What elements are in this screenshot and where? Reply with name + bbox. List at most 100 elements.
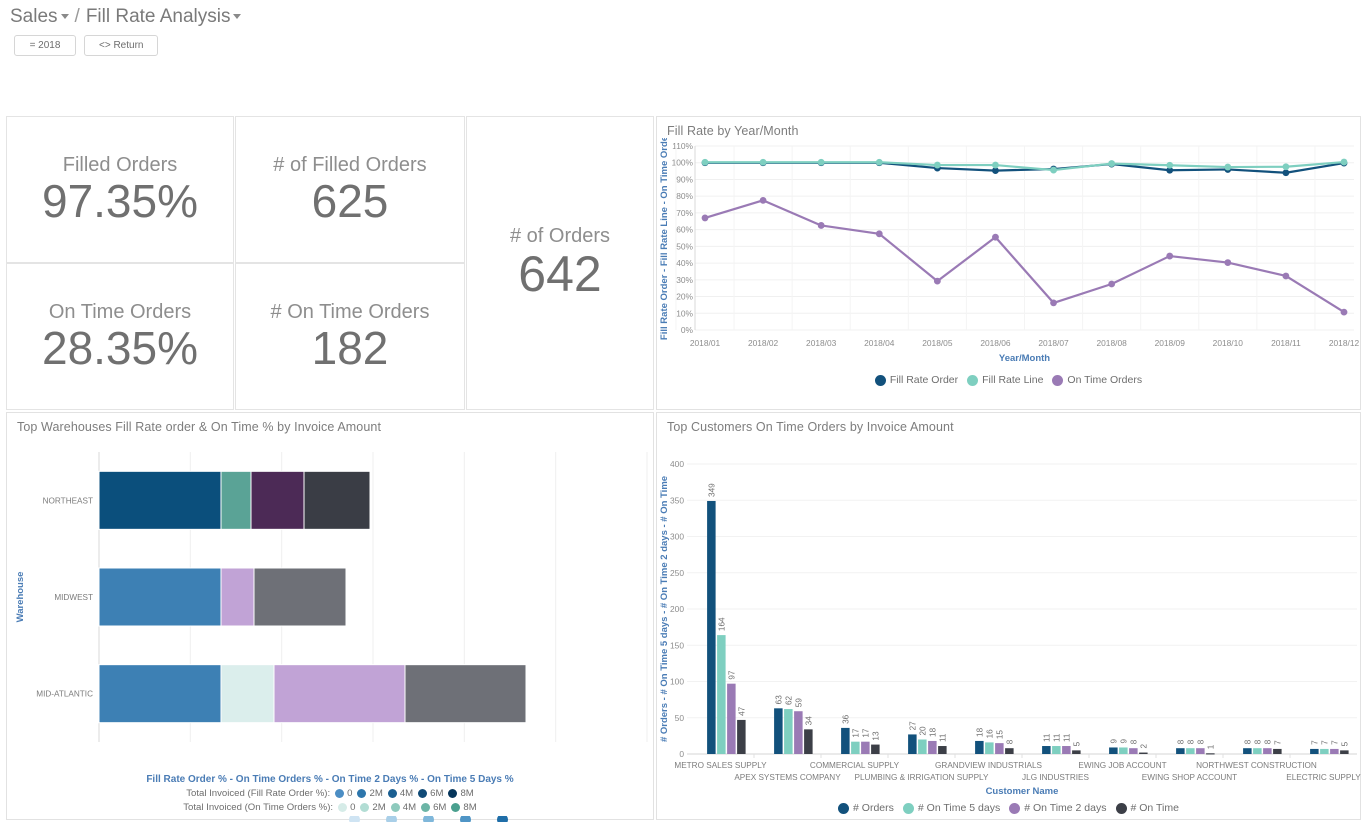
data-point[interactable] [876,159,883,166]
data-point[interactable] [1283,163,1290,170]
data-point[interactable] [1050,167,1057,174]
bar[interactable] [707,501,716,754]
data-point[interactable] [1166,253,1173,260]
data-point[interactable] [934,162,941,169]
data-point[interactable] [876,230,883,237]
legend-stop[interactable]: 6M [418,788,443,799]
bar[interactable] [1330,749,1339,754]
bar[interactable] [1206,753,1215,754]
data-point[interactable] [702,159,709,166]
kpi-on-time-orders-count[interactable]: # On Time Orders 182 [235,263,465,410]
bar[interactable] [737,720,746,754]
data-point[interactable] [1224,164,1231,171]
bar-segment[interactable] [99,471,221,529]
filter-chip-return[interactable]: <> Return [84,35,158,56]
bar[interactable] [804,729,813,754]
bar-segment[interactable] [304,471,370,529]
data-point[interactable] [760,197,767,204]
legend-stop[interactable]: 4M [391,802,416,813]
bar[interactable] [1273,749,1282,754]
bar[interactable] [871,745,880,754]
data-point[interactable] [1283,273,1290,280]
bar[interactable] [784,709,793,754]
bar[interactable] [1129,748,1138,754]
bar[interactable] [1320,749,1329,754]
breadcrumb-item-sales[interactable]: Sales [10,6,69,28]
legend-gradient-stops[interactable]: 02M4M6M8M [335,788,474,799]
kpi-on-time-orders-pct[interactable]: On Time Orders 28.35% [6,263,234,410]
kpi-filled-orders-pct[interactable]: Filled Orders 97.35% [6,116,234,263]
bar[interactable] [794,711,803,754]
bar[interactable] [975,741,984,754]
bar[interactable] [1243,748,1252,754]
legend-item-fill-rate-order[interactable]: Fill Rate Order [875,374,958,386]
bar[interactable] [918,740,927,755]
bar-segment[interactable] [251,471,304,529]
legend-gradient-stops[interactable] [349,816,508,822]
bar-segment[interactable] [99,665,221,723]
bar[interactable] [774,708,783,754]
legend-stop[interactable]: 0 [335,788,352,799]
data-point[interactable] [934,278,941,285]
data-point[interactable] [1050,300,1057,307]
bar[interactable] [995,743,1004,754]
legend-row-clipped[interactable] [7,816,653,822]
bar[interactable] [928,741,937,754]
data-point[interactable] [1341,159,1348,166]
kpi-filled-orders-count[interactable]: # of Filled Orders 625 [235,116,465,263]
legend-stop[interactable]: 8M [451,802,476,813]
bar-segment[interactable] [274,665,405,723]
data-point[interactable] [1224,259,1231,266]
bar[interactable] [908,734,917,754]
bar[interactable] [1176,748,1185,754]
data-point[interactable] [760,159,767,166]
chart-fill-rate-by-year-month[interactable]: 0%10%20%30%40%50%60%70%80%90%100%110%201… [657,138,1362,378]
legend-item-orders[interactable]: # Orders [838,802,894,814]
chevron-down-icon[interactable] [61,14,69,19]
data-point[interactable] [818,159,825,166]
legend-stop[interactable]: 8M [448,788,473,799]
data-point[interactable] [1108,281,1115,288]
bar[interactable] [1005,748,1014,754]
bar[interactable] [1253,748,1262,754]
bar[interactable] [861,742,870,754]
bar[interactable] [1052,746,1061,754]
chevron-down-icon[interactable] [233,14,241,19]
bar[interactable] [938,746,947,754]
bar[interactable] [727,684,736,754]
bar-segment[interactable] [221,471,251,529]
legend-item-on-time[interactable]: # On Time [1116,802,1179,814]
bar[interactable] [1062,746,1071,754]
data-point[interactable] [818,222,825,229]
bar-segment[interactable] [221,568,254,626]
data-point[interactable] [992,162,999,169]
legend-item-on-time-2-days[interactable]: # On Time 2 days [1009,802,1106,814]
data-point[interactable] [1166,162,1173,169]
data-point[interactable] [1283,169,1290,176]
chart-top-warehouses[interactable]: NORTHEASTMIDWESTMID-ATLANTICWarehouse [7,434,655,774]
bar-segment[interactable] [405,665,526,723]
bar[interactable] [1310,749,1319,754]
data-point[interactable] [702,215,709,222]
legend-item-on-time-5-days[interactable]: # On Time 5 days [903,802,1000,814]
kpi-total-orders[interactable]: # of Orders 642 [466,116,654,410]
legend-stop[interactable]: 0 [338,802,355,813]
legend-stop[interactable]: 2M [357,788,382,799]
bar[interactable] [1186,748,1195,754]
bar[interactable] [1119,747,1128,754]
bar[interactable] [1042,746,1051,754]
bar[interactable] [985,742,994,754]
data-point[interactable] [1341,309,1348,316]
data-point[interactable] [1108,160,1115,167]
legend-gradient-stops[interactable]: 02M4M6M8M [338,802,477,813]
bar[interactable] [1340,750,1349,754]
bar[interactable] [1072,750,1081,754]
bar-segment[interactable] [221,665,274,723]
bar-segment[interactable] [254,568,346,626]
bar[interactable] [1263,748,1272,754]
bar[interactable] [841,728,850,754]
breadcrumb-item-fill-rate-analysis[interactable]: Fill Rate Analysis [86,6,242,28]
bar-segment[interactable] [99,568,221,626]
bar[interactable] [717,635,726,754]
filter-chip-year[interactable]: = 2018 [14,35,76,56]
